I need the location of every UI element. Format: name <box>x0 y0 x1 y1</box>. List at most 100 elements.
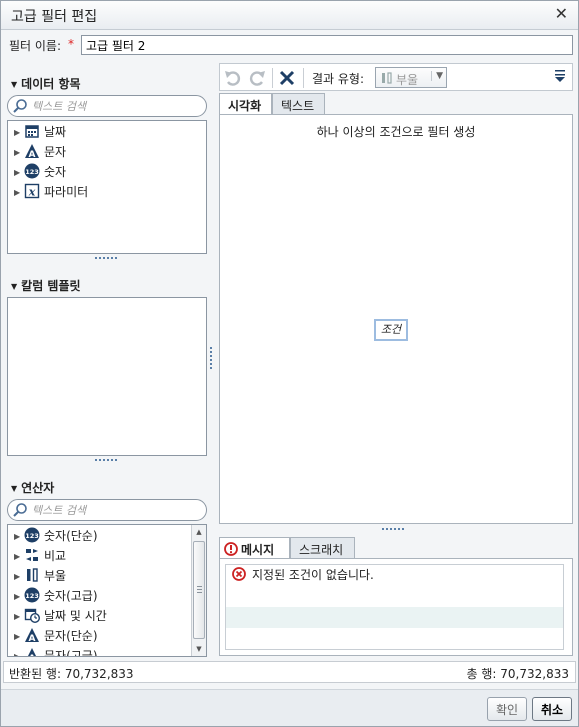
expand-arrow-icon[interactable]: ▶ <box>14 183 24 203</box>
ok-button[interactable]: 확인 <box>487 697 528 721</box>
svg-text:A: A <box>29 150 36 159</box>
tree-item-label: 비교 <box>44 549 67 563</box>
tree-item-numeric[interactable]: ▶ 123 숫자 <box>8 162 206 182</box>
returned-rows: 반환된 행: 70,732,833 <box>9 667 134 681</box>
required-mark: * <box>68 37 74 51</box>
search-icon <box>13 503 27 517</box>
error-circle-icon <box>224 542 238 556</box>
message-text: 지정된 조건이 없습니다. <box>252 568 374 582</box>
advanced-filter-dialog: 고급 필터 편집 ✕ 필터 이름: * ▼데이터 항목 ▶날짜 ▶A문자 ▶12… <box>0 0 579 727</box>
tab-visual[interactable]: 시각화 <box>219 93 272 116</box>
data-items-header[interactable]: ▼ 데이터 항목 <box>7 70 207 92</box>
tree-item-boolean[interactable]: ▶ 부울 <box>8 566 206 586</box>
splitter-handle[interactable] <box>95 257 117 261</box>
operators-tree: ▶ 123 숫자(단순) ▶ 비교 ▶ 부울 ▶ 123 숫자(고급) ▶ 날짜 및 시간 ▶… <box>7 524 207 657</box>
search-icon <box>13 99 27 113</box>
tree-item-label: 파라미터 <box>44 185 89 199</box>
result-type-label: 결과 유형: <box>312 72 365 86</box>
scroll-up-arrow-icon[interactable]: ▲ <box>192 525 206 539</box>
numeric-123-icon: 123 <box>24 527 40 543</box>
undo-icon[interactable] <box>223 68 243 88</box>
dropdown-arrow-icon: ▼ <box>431 71 443 81</box>
expand-arrow-icon[interactable]: ▶ <box>14 143 24 163</box>
tree-item-label: 문자(단순) <box>44 629 98 643</box>
compare-icon <box>26 549 38 561</box>
character-icon: A <box>28 648 36 656</box>
collapse-triangle-icon: ▼ <box>11 282 18 291</box>
filter-name-row: 필터 이름: * <box>1 34 578 56</box>
svg-text:123: 123 <box>25 532 39 540</box>
tree-item-label: 문자(고급) <box>44 649 98 657</box>
delete-icon[interactable] <box>277 68 297 88</box>
tab-scratch[interactable]: 스크래치 <box>290 537 355 559</box>
expand-arrow-icon[interactable]: ▶ <box>14 547 24 567</box>
scroll-thumb[interactable] <box>193 541 205 639</box>
expand-arrow-icon[interactable]: ▶ <box>14 123 24 143</box>
parameter-x-icon: x <box>24 183 40 199</box>
result-type-select[interactable]: 부울 ▼ <box>375 67 447 88</box>
tree-item-datetime[interactable]: ▶ 날짜 및 시간 <box>8 606 206 626</box>
operators-search-input[interactable] <box>30 502 200 518</box>
tree-item-date[interactable]: ▶ 날짜 <box>8 122 206 142</box>
close-icon[interactable]: ✕ <box>555 4 568 23</box>
splitter-handle[interactable] <box>95 459 117 463</box>
operators-search <box>7 499 207 521</box>
total-rows: 총 행: 70,732,833 <box>466 667 569 681</box>
menu-icon[interactable] <box>554 69 566 83</box>
error-circle-icon <box>232 567 246 581</box>
column-templates-header[interactable]: ▼ 칼럼 템플릿 <box>7 272 207 294</box>
dialog-footer: 확인 취소 <box>1 689 578 726</box>
messages-panel: 지정된 조건이 없습니다. <box>219 558 573 656</box>
tree-item-character-simple[interactable]: ▶ A 문자(단순) <box>8 626 206 646</box>
redo-icon[interactable] <box>247 68 267 88</box>
message-row: 지정된 조건이 없습니다. <box>226 565 563 586</box>
calendar-icon <box>25 125 39 138</box>
result-type-value: 부울 <box>396 73 419 87</box>
tree-item-numeric-advanced[interactable]: ▶ 123 숫자(고급) <box>8 586 206 606</box>
tree-item-label: 부울 <box>44 569 67 583</box>
tree-item-compare[interactable]: ▶ 비교 <box>8 546 206 566</box>
data-items-title: 데이터 항목 <box>21 77 81 91</box>
character-icon: A <box>25 144 39 159</box>
column-templates-title: 칼럼 템플릿 <box>21 279 81 293</box>
numeric-123-icon: 123 <box>24 163 40 179</box>
tree-item-character[interactable]: ▶ A 문자 <box>8 142 206 162</box>
canvas-hint: 하나 이상의 조건으로 필터 생성 <box>316 125 476 139</box>
collapse-triangle-icon: ▼ <box>11 484 18 493</box>
tree-item-numeric-simple[interactable]: ▶ 123 숫자(단순) <box>8 526 206 546</box>
toolbar-separator <box>272 68 273 88</box>
title-bar: 고급 필터 편집 ✕ <box>1 1 578 30</box>
visual-canvas[interactable]: 하나 이상의 조건으로 필터 생성 조건 <box>219 114 573 524</box>
cancel-button[interactable]: 취소 <box>532 697 573 721</box>
operators-scrollbar[interactable]: ▲ ▼ <box>191 525 206 656</box>
vertical-splitter-handle[interactable] <box>210 347 214 369</box>
expand-arrow-icon[interactable]: ▶ <box>14 527 24 547</box>
data-items-search <box>7 95 207 117</box>
messages-list: 지정된 조건이 없습니다. <box>225 564 564 650</box>
expand-arrow-icon[interactable]: ▶ <box>14 647 24 656</box>
splitter-handle[interactable] <box>382 528 404 532</box>
boolean-icon <box>382 72 392 84</box>
condition-placeholder[interactable]: 조건 <box>374 319 408 341</box>
data-items-search-input[interactable] <box>30 98 200 114</box>
expand-arrow-icon[interactable]: ▶ <box>14 587 24 607</box>
filter-name-input[interactable] <box>81 35 573 55</box>
tree-item-label: 숫자(단순) <box>44 529 98 543</box>
scroll-down-arrow-icon[interactable]: ▼ <box>192 642 206 656</box>
character-icon: A <box>25 628 39 643</box>
message-row-empty <box>226 628 563 649</box>
tree-item-character-advanced[interactable]: ▶ A 문자(고급) <box>8 646 206 657</box>
expand-arrow-icon[interactable]: ▶ <box>14 567 24 587</box>
tree-item-label: 숫자 <box>44 165 67 179</box>
operators-header[interactable]: ▼ 연산자 <box>7 474 207 496</box>
expand-arrow-icon[interactable]: ▶ <box>14 607 24 627</box>
datetime-icon <box>24 608 40 623</box>
numeric-123-icon: 123 <box>24 587 40 603</box>
filter-name-label: 필터 이름: <box>9 39 62 53</box>
tab-text[interactable]: 텍스트 <box>272 93 325 115</box>
expand-arrow-icon[interactable]: ▶ <box>14 627 24 647</box>
toolbar-separator <box>303 68 304 88</box>
tab-messages[interactable]: 메시지 <box>219 537 290 560</box>
tree-item-parameter[interactable]: ▶ x 파라미터 <box>8 182 206 202</box>
expand-arrow-icon[interactable]: ▶ <box>14 163 24 183</box>
